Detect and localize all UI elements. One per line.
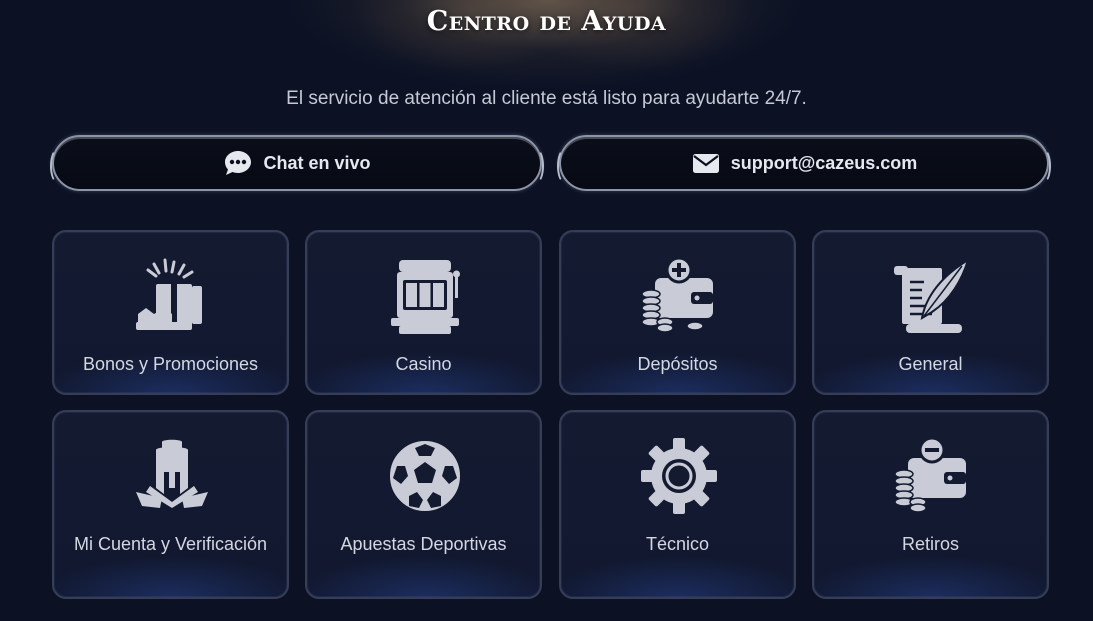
category-mi-cuenta[interactable]: Mi Cuenta y Verificación [52, 410, 289, 599]
gift-box-icon [132, 256, 212, 336]
live-chat-button[interactable]: Chat en vivo [50, 135, 544, 191]
category-general[interactable]: General [812, 230, 1049, 395]
live-chat-label: Chat en vivo [263, 152, 371, 173]
envelope-icon [691, 148, 721, 178]
category-depositos[interactable]: Depósitos [559, 230, 796, 395]
page-subtitle: El servicio de atención al cliente está … [286, 88, 807, 109]
category-tecnico[interactable]: Técnico [559, 410, 796, 599]
gear-icon [639, 436, 719, 516]
category-apuestas-deportivas[interactable]: Apuestas Deportivas [305, 410, 542, 599]
category-label: Depósitos [637, 354, 718, 374]
category-bonos-promociones[interactable]: Bonos y Promociones [52, 230, 289, 395]
category-label: Retiros [901, 534, 959, 554]
wallet-plus-icon [639, 256, 719, 336]
soccer-ball-icon [385, 436, 465, 516]
email-support-button[interactable]: support@cazeus.com [557, 135, 1051, 191]
spartan-helmet-icon [132, 436, 212, 516]
email-support-label: support@cazeus.com [730, 152, 918, 173]
category-casino[interactable]: Casino [305, 230, 542, 395]
page-title: Centro de Ayuda [426, 6, 667, 37]
category-label: Bonos y Promociones [82, 354, 259, 374]
category-label: Mi Cuenta y Verificación [73, 534, 268, 554]
category-retiros[interactable]: Retiros [812, 410, 1049, 599]
category-label: Casino [395, 354, 452, 374]
category-label: General [898, 354, 963, 374]
wallet-minus-icon [892, 436, 972, 516]
category-label: Apuestas Deportivas [340, 534, 507, 554]
chat-bubble-icon [223, 148, 253, 178]
slot-machine-icon [385, 256, 465, 336]
category-label: Técnico [645, 534, 710, 554]
scroll-quill-icon [892, 256, 972, 336]
